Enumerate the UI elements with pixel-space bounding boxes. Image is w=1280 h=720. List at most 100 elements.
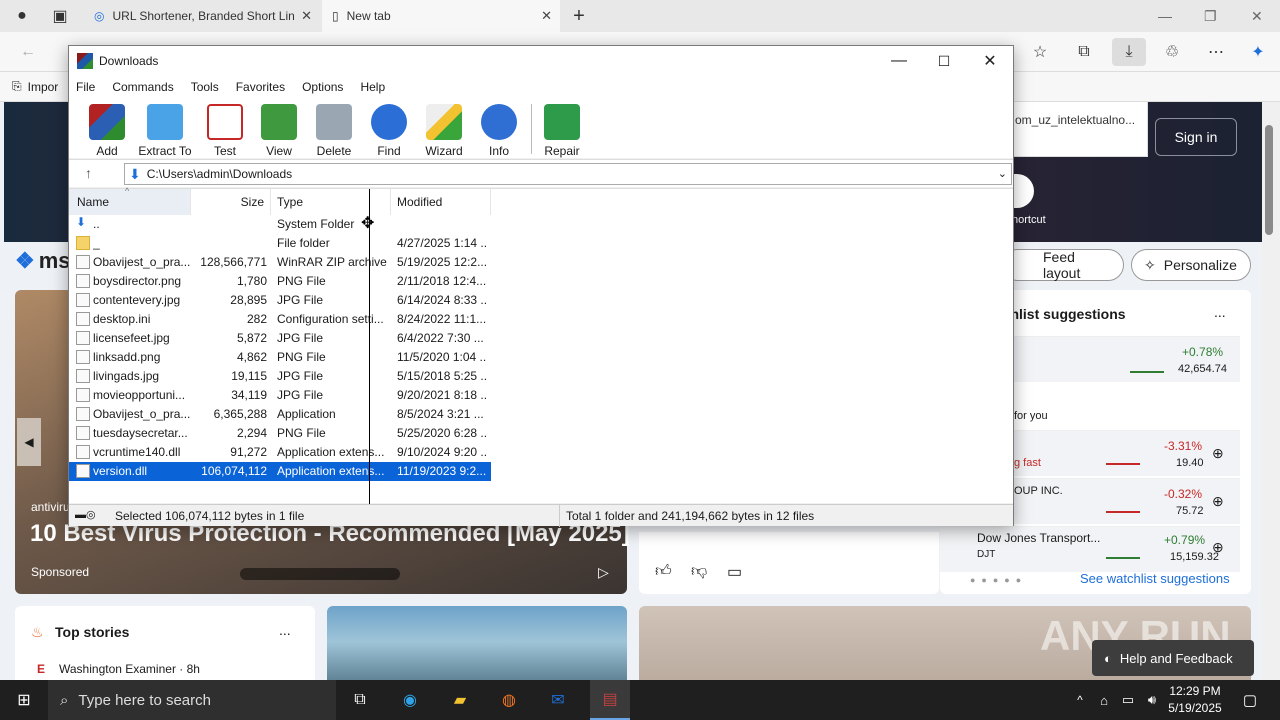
file-row[interactable]: _ File folder 4/27/2025 1:14 ... [69, 234, 491, 253]
feed-layout-button[interactable]: Feed layout [1002, 249, 1124, 281]
back-icon[interactable]: ← [16, 40, 40, 64]
file-size: 1,780 [236, 274, 267, 288]
msn-logo-icon: ❖ [15, 248, 35, 273]
stock-row[interactable]: Dow Jones Transport... DJT +0.79% 15,159… [940, 526, 1240, 572]
windows-start-icon[interactable]: ⊞ [10, 686, 38, 714]
minimize-icon[interactable]: — [884, 50, 914, 72]
sign-in-button[interactable]: Sign in [1155, 118, 1237, 156]
extract-to-button[interactable]: Extract To [137, 102, 193, 158]
tab-url-shortener[interactable]: ◎ URL Shortener, Branded Short Lin ✕ [84, 0, 320, 32]
menu-commands[interactable]: Commands [112, 80, 173, 94]
file-icon [76, 331, 90, 345]
firefox-icon[interactable]: ◍ [495, 686, 523, 714]
thumbs-up-icon[interactable]: 👍︎ [655, 562, 672, 581]
outlook-icon[interactable]: ✉ [544, 686, 572, 714]
repair-button[interactable]: Repair [534, 102, 590, 158]
path-combobox[interactable]: ⬇ C:\Users\admin\Downloads ⌄ [124, 163, 1012, 185]
task-view-icon[interactable]: ⧉ [346, 686, 374, 714]
file-row[interactable]: linksadd.png 4,862 PNG File 11/5/2020 1:04 … [69, 348, 491, 367]
close-icon[interactable]: ✕ [975, 50, 1005, 72]
column-type[interactable]: Type [271, 189, 391, 215]
restore-icon[interactable]: ❐ [1204, 8, 1217, 25]
menu-file[interactable]: File [76, 80, 95, 94]
find-label: Find [377, 144, 401, 158]
close-tab-icon[interactable]: ✕ [301, 8, 312, 24]
suggestion-item[interactable]: om_uz_intelektualno... [1015, 113, 1135, 127]
tab-new-tab[interactable]: ▯ New tab ✕ [322, 0, 560, 32]
top-stories-more-icon[interactable]: ... [279, 622, 291, 638]
collections-icon[interactable]: ⧉ [1072, 40, 1096, 64]
find-button[interactable]: Find [361, 102, 417, 158]
volume-icon[interactable]: 🔊︎ [1138, 686, 1166, 714]
winrar-toolbar: Add Extract To Test View Delete Find Wiz… [69, 98, 1013, 158]
page-scroll-thumb[interactable] [1265, 125, 1273, 235]
file-row[interactable]: licensefeet.jpg 5,872 JPG File 6/4/2022 7:3… [69, 329, 491, 348]
test-button[interactable]: Test [197, 102, 253, 158]
notifications-icon[interactable]: ▢ [1236, 686, 1264, 714]
maximize-icon[interactable]: ☐ [929, 50, 959, 72]
file-row[interactable]: version.dll 106,074,112 Application extens… [69, 462, 491, 481]
view-button[interactable]: View [251, 102, 307, 158]
column-name[interactable]: Name ^ [69, 186, 191, 215]
edge-icon[interactable]: ◉ [396, 686, 424, 714]
downloads-icon[interactable]: ⤓ [1112, 38, 1146, 66]
status-bar: ▬◎ Selected 106,074,112 bytes in 1 file … [69, 504, 1013, 527]
add-button[interactable]: Add [79, 102, 135, 158]
close-tab-icon[interactable]: ✕ [541, 8, 552, 24]
close-window-icon[interactable]: ✕ [1251, 8, 1263, 25]
menu-tools[interactable]: Tools [191, 80, 219, 94]
see-watchlist-link[interactable]: See watchlist suggestions [1080, 571, 1230, 586]
personalize-button[interactable]: ✧ Personalize [1131, 249, 1251, 281]
file-type: WinRAR ZIP archive [277, 255, 387, 269]
chevron-down-icon[interactable]: ⌄ [998, 167, 1007, 180]
copilot-icon[interactable]: ✦ [1246, 40, 1270, 64]
file-row[interactable]: movieopportuni... 34,119 JPG File 9/20/2021… [69, 386, 491, 405]
thumbs-down-icon[interactable]: 👎︎ [691, 562, 707, 581]
comment-icon[interactable]: ▭ [727, 562, 742, 582]
import-favorites-link[interactable]: Impor [28, 80, 59, 94]
file-row[interactable]: Obavijest_o_pra... 6,365,288 Application 8/… [69, 405, 491, 424]
file-row[interactable]: tuesdaysecretar... 2,294 PNG File 5/25/2020… [69, 424, 491, 443]
add-stock-icon[interactable]: ⊕ [1212, 493, 1224, 510]
column-size[interactable]: Size [191, 189, 271, 215]
file-row[interactable]: Obavijest_o_pra... 128,566,771 WinRAR ZIP … [69, 253, 491, 272]
delete-button[interactable]: Delete [306, 102, 362, 158]
watchlist-more-icon[interactable]: ... [1214, 304, 1226, 320]
tab-actions-icon[interactable]: ▣ [48, 4, 72, 28]
favorites-icon[interactable]: ☆ [1028, 40, 1052, 64]
taskbar-search[interactable]: ⌕ Type here to search [48, 680, 336, 720]
file-row[interactable]: livingads.jpg 19,115 JPG File 5/15/2018 5:2… [69, 367, 491, 386]
file-list[interactable]: Name ^ Size Type Modified ⬇.. System Fold… [69, 186, 1013, 504]
new-tab-icon[interactable]: + [567, 4, 591, 28]
extensions-icon[interactable]: ♲ [1160, 40, 1184, 64]
file-type: Application [277, 407, 336, 421]
add-stock-icon[interactable]: ⊕ [1212, 539, 1224, 556]
wizard-button[interactable]: Wizard [416, 102, 472, 158]
file-row[interactable]: boysdirector.png 1,780 PNG File 2/11/2018 1… [69, 272, 491, 291]
help-feedback-button[interactable]: ◐ Help and Feedback [1092, 640, 1254, 676]
minimize-icon[interactable]: — [1158, 8, 1172, 24]
taskbar-clock[interactable]: 12:29 PM 5/19/2025 [1165, 683, 1225, 717]
menu-help[interactable]: Help [360, 80, 385, 94]
carousel-prev-icon[interactable]: ◀ [17, 418, 41, 466]
file-row[interactable]: vcruntime140.dll 91,272 Application extens… [69, 443, 491, 462]
winrar-taskbar-icon[interactable]: ▤ [590, 680, 630, 720]
file-row[interactable]: desktop.ini 282 Configuration setti... 8/24… [69, 310, 491, 329]
menu-favorites[interactable]: Favorites [236, 80, 285, 94]
up-folder-icon[interactable]: ↑ [85, 165, 92, 181]
info-button[interactable]: Info [471, 102, 527, 158]
winrar-titlebar[interactable]: Downloads — ☐ ✕ [69, 46, 1013, 76]
file-row[interactable]: contentevery.jpg 28,895 JPG File 6/14/2024 … [69, 291, 491, 310]
settings-more-icon[interactable]: ⋯ [1204, 40, 1228, 64]
menu-options[interactable]: Options [302, 80, 343, 94]
add-stock-icon[interactable]: ⊕ [1212, 445, 1224, 462]
carousel-dots[interactable] [240, 568, 400, 580]
file-explorer-icon[interactable]: ▰ [446, 686, 474, 714]
pagination-dots[interactable]: ●●●●● [970, 575, 1027, 585]
file-row[interactable]: ⬇.. System Folder [69, 215, 491, 234]
story-image[interactable] [327, 606, 627, 680]
profile-icon[interactable]: ● [10, 4, 34, 28]
news-source[interactable]: Washington Examiner · 8h [59, 662, 200, 676]
column-modified[interactable]: Modified [391, 189, 491, 215]
ad-play-icon[interactable]: ▷ [598, 564, 609, 581]
